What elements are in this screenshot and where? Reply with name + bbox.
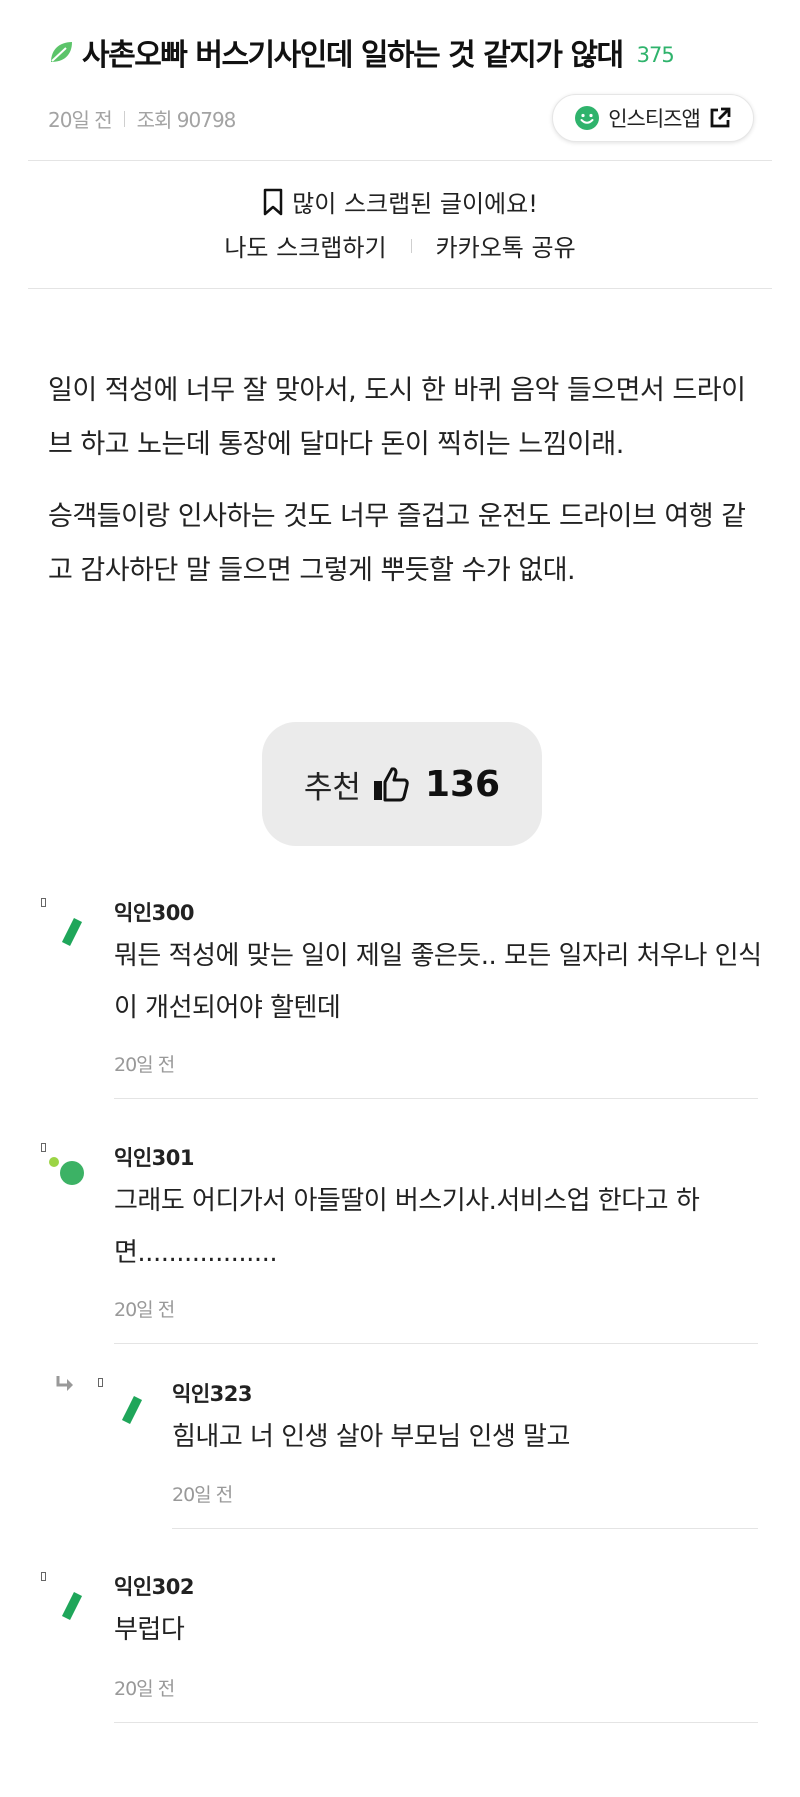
- header-divider: [28, 160, 772, 161]
- scrap-notice: 많이 스크랩된 글이에요!: [292, 190, 538, 218]
- scrap-button[interactable]: 나도 스크랩하기: [224, 228, 386, 263]
- external-link-icon: [710, 107, 731, 128]
- avatar-marker: [41, 1143, 46, 1152]
- comment-time: 20일 전: [172, 1484, 233, 1506]
- comment-time: 20일 전: [114, 1678, 175, 1700]
- post-body: 일이 적성에 너무 잘 맞아서, 도시 한 바퀴 음악 들으면서 드라이브 하고…: [48, 364, 758, 598]
- post-views: 조회 90798: [136, 108, 237, 132]
- comment-author: 익인300: [114, 901, 194, 925]
- reply-arrow-icon: [56, 1376, 73, 1391]
- scrap-notice-row: 많이 스크랩된 글이에요!: [0, 184, 800, 219]
- leaf-slash-icon: [61, 1591, 83, 1621]
- leaf-icon: [51, 42, 72, 62]
- post-time: 20일 전: [48, 108, 113, 132]
- recommend-label: 추천: [303, 769, 361, 806]
- comment-text: 그래도 어디가서 아들딸이 버스기사.서비스업 한다고 하면..........…: [114, 1186, 700, 1268]
- post-meta: 20일 전 조회 90798: [48, 104, 237, 133]
- avatar-marker: [41, 1572, 46, 1581]
- comment-time: 20일 전: [114, 1299, 175, 1321]
- smile-icon: [575, 106, 600, 130]
- scrap-divider: [28, 288, 772, 289]
- green-dots-icon: [49, 1157, 84, 1185]
- scrap-separator: [410, 238, 412, 253]
- thumbs-up-icon: [373, 767, 409, 802]
- post-header: 사촌오빠 버스기사인데 일하는 것 같지가 않대 375 20일 전 조회 90…: [0, 0, 800, 160]
- post-title: 사촌오빠 버스기사인데 일하는 것 같지가 않대: [82, 38, 624, 73]
- meta-separator: [123, 110, 125, 127]
- bookmark-icon: [263, 188, 283, 215]
- post-paragraph: 승객들이랑 인사하는 것도 너무 즐겁고 운전도 드라이브 여행 같고 감사하단…: [48, 501, 746, 586]
- comment-text: 힘내고 너 인생 살아 부모님 인생 말고: [172, 1422, 570, 1452]
- leaf-slash-icon: [61, 917, 83, 947]
- comment-text: 부럽다: [114, 1615, 185, 1645]
- recommend-count: 136: [424, 763, 501, 805]
- comment-text: 뭐든 적성에 맞는 일이 제일 좋은듯.. 모든 일자리 처우나 인식이 개선되…: [114, 941, 762, 1023]
- kakao-share-button[interactable]: 카카오톡 공유: [436, 228, 576, 263]
- app-button-label: 인스티즈앱: [608, 107, 701, 131]
- post-paragraph: 일이 적성에 너무 잘 맞아서, 도시 한 바퀴 음악 들으면서 드라이브 하고…: [48, 375, 746, 460]
- comment-divider: [114, 1722, 758, 1723]
- comment-divider: [114, 1098, 758, 1099]
- comment-divider: [172, 1528, 758, 1529]
- recommend-button[interactable]: 추천 136: [262, 722, 542, 846]
- comment-author: 익인301: [114, 1146, 194, 1170]
- comment-author: 익인302: [114, 1575, 194, 1599]
- leaf-slash-icon: [121, 1395, 143, 1425]
- title-row: 사촌오빠 버스기사인데 일하는 것 같지가 않대 375: [48, 30, 675, 74]
- scrap-actions: 나도 스크랩하기 카카오톡 공유: [0, 228, 800, 263]
- avatar-marker: [98, 1378, 103, 1387]
- avatar-marker: [41, 898, 46, 907]
- comment-author: 익인323: [172, 1382, 252, 1406]
- comment-time: 20일 전: [114, 1054, 175, 1076]
- instiz-app-button[interactable]: 인스티즈앱: [552, 94, 754, 142]
- comment-count[interactable]: 375: [637, 43, 675, 67]
- comment-divider: [114, 1343, 758, 1344]
